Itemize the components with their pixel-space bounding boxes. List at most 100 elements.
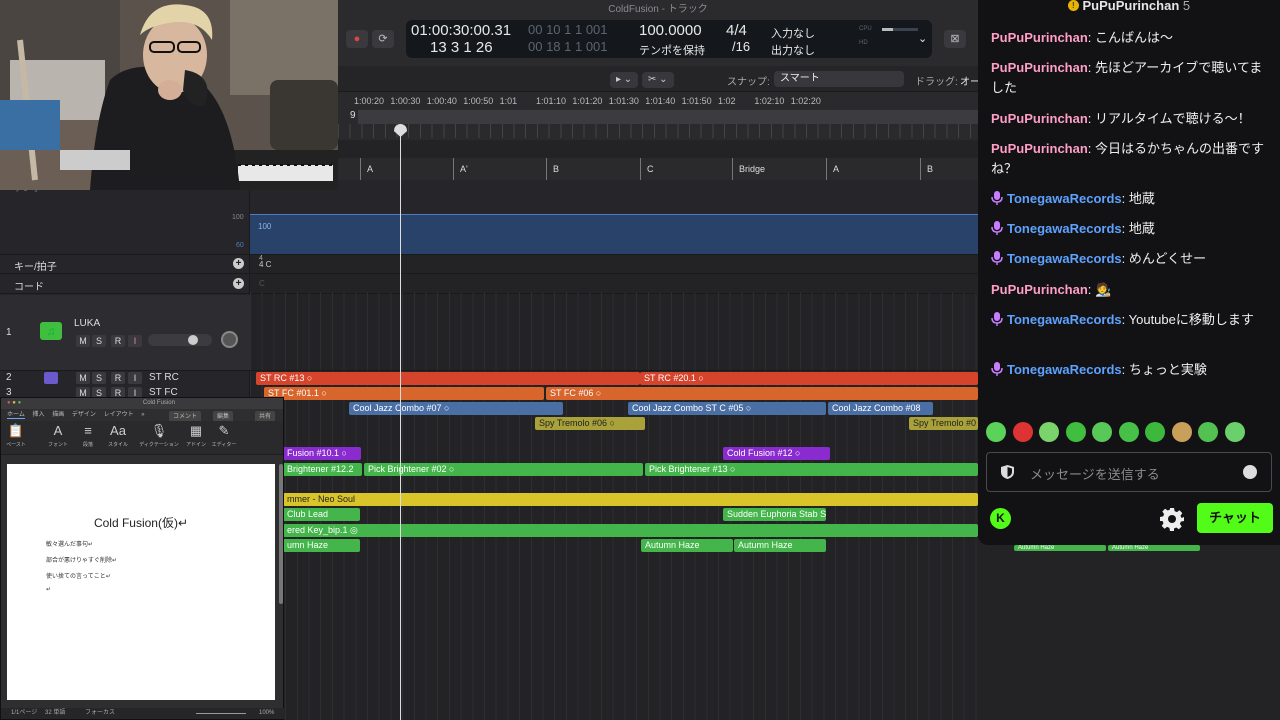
chat-input[interactable]: メッセージを送信する bbox=[986, 452, 1272, 492]
emote-icon[interactable] bbox=[1092, 422, 1112, 442]
zoom-slider[interactable] bbox=[196, 713, 246, 714]
ribbon-button[interactable]: 📋 ペースト bbox=[3, 423, 29, 448]
region[interactable]: Cool Jazz Combo ST C #05 ○ bbox=[628, 402, 826, 415]
track-2-input-button[interactable]: I bbox=[128, 372, 142, 384]
chat-username[interactable]: PuPuPurinchan bbox=[991, 141, 1088, 156]
region[interactable]: ST FC #01.1 ○ bbox=[264, 387, 544, 400]
ribbon-button[interactable]: ≡ 段落 bbox=[75, 423, 101, 448]
marker[interactable]: B bbox=[920, 158, 933, 180]
shield-icon[interactable] bbox=[1001, 465, 1014, 479]
ribbon-button[interactable]: ✎ エディター bbox=[211, 423, 237, 448]
marker[interactable]: A' bbox=[453, 158, 468, 180]
region[interactable]: Brightener #12.2 bbox=[283, 463, 362, 476]
minimize-icon[interactable]: ● bbox=[12, 400, 16, 406]
region[interactable]: ered Key_bip.1 ◎ bbox=[283, 524, 978, 537]
region[interactable]: Autumn Haze bbox=[1108, 545, 1200, 551]
zoom-icon[interactable]: ● bbox=[18, 400, 22, 406]
ribbon-button[interactable]: A フォント bbox=[45, 423, 71, 448]
region[interactable]: ST RC #20.1 ○ bbox=[640, 372, 978, 385]
chat-username[interactable]: TonegawaRecords bbox=[1007, 251, 1122, 266]
doc-scrollbar[interactable] bbox=[279, 464, 283, 604]
track-1-mute-button[interactable]: M bbox=[76, 335, 90, 347]
scissors-tool-select[interactable]: ✂ ⌄ bbox=[642, 72, 674, 88]
region[interactable]: ST FC #06 ○ bbox=[546, 387, 978, 400]
region[interactable]: Cool Jazz Combo #08 bbox=[828, 402, 933, 415]
emote-icon[interactable] bbox=[1118, 422, 1139, 442]
tab-insert[interactable]: 挿入 bbox=[33, 412, 45, 418]
track-1-record-button[interactable]: R bbox=[111, 335, 125, 347]
track-2-record-button[interactable]: R bbox=[111, 372, 125, 384]
region[interactable]: Club Lead bbox=[283, 508, 360, 521]
chat-username[interactable]: PuPuPurinchan bbox=[991, 282, 1088, 297]
emote-icon[interactable] bbox=[1065, 422, 1086, 442]
ribbon-button[interactable]: Aa スタイル bbox=[105, 423, 131, 448]
marker[interactable]: A bbox=[826, 158, 839, 180]
track-1-input-monitor-button[interactable]: I bbox=[128, 335, 142, 347]
emote-icon[interactable] bbox=[1145, 422, 1165, 442]
chat-username[interactable]: TonegawaRecords bbox=[1007, 191, 1122, 206]
region[interactable]: Autumn Haze bbox=[641, 539, 733, 552]
region[interactable]: Spy Tremolo #06 ○ bbox=[535, 417, 645, 430]
add-key-icon[interactable]: + bbox=[233, 258, 244, 269]
track-header-luka[interactable] bbox=[0, 295, 250, 370]
chat-username[interactable]: TonegawaRecords bbox=[1007, 221, 1122, 236]
chat-username[interactable]: PuPuPurinchan bbox=[991, 30, 1088, 45]
tab-design[interactable]: デザイン bbox=[72, 412, 96, 418]
ribbon-button[interactable]: ▦ アドイン bbox=[183, 423, 209, 448]
marker[interactable]: B bbox=[546, 158, 559, 180]
emote-icon[interactable] bbox=[1039, 422, 1059, 442]
close-icon[interactable]: ● bbox=[7, 400, 11, 406]
emote-icon[interactable] bbox=[986, 422, 1006, 442]
arrange-grid[interactable] bbox=[250, 292, 980, 720]
marker[interactable]: A bbox=[360, 158, 373, 180]
track-1-pan-knob[interactable] bbox=[221, 331, 238, 348]
track-1-volume-slider[interactable] bbox=[148, 334, 212, 346]
tab-home[interactable]: ホーム bbox=[7, 412, 25, 419]
region[interactable]: Autumn Haze bbox=[1014, 545, 1106, 551]
gear-icon[interactable] bbox=[1160, 507, 1184, 531]
region[interactable]: mmer - Neo Soul bbox=[283, 493, 978, 506]
snap-select[interactable]: スマート bbox=[774, 71, 904, 87]
lcd-chevron-icon[interactable]: ⌄ bbox=[918, 32, 927, 45]
pointer-tool-select[interactable]: ▸ ⌄ bbox=[610, 72, 639, 88]
marker[interactable]: C bbox=[640, 158, 654, 180]
region[interactable]: Spy Tremolo #0 bbox=[909, 417, 978, 430]
region[interactable]: Cool Jazz Combo #07 ○ bbox=[349, 402, 563, 415]
record-button[interactable]: ● bbox=[346, 30, 368, 48]
region[interactable]: Pick Brightener #13 ○ bbox=[645, 463, 978, 476]
track-1-solo-button[interactable]: S bbox=[92, 335, 106, 347]
chat-username[interactable]: PuPuPurinchan bbox=[991, 111, 1088, 126]
region[interactable]: ST RC #13 ○ bbox=[256, 372, 640, 385]
chat-username[interactable]: TonegawaRecords bbox=[1007, 362, 1122, 377]
emote-icon[interactable] bbox=[1198, 422, 1218, 442]
emote-icon[interactable] bbox=[1224, 422, 1245, 442]
emote-icon[interactable] bbox=[1171, 422, 1192, 442]
focus-button[interactable]: フォーカス bbox=[85, 708, 115, 719]
track-1-name[interactable]: LUKA bbox=[74, 318, 154, 329]
lcd-time-signature[interactable]: 4/4 bbox=[726, 22, 747, 39]
tempo-curve[interactable] bbox=[250, 214, 978, 254]
ribbon-button[interactable]: 🎙 ディクテーション bbox=[139, 423, 179, 448]
track-2-name[interactable]: ST RC bbox=[149, 372, 209, 383]
drag-select[interactable]: オー bbox=[960, 73, 980, 88]
track-2-solo-button[interactable]: S bbox=[92, 372, 106, 384]
kick-logo-icon[interactable]: K bbox=[990, 508, 1011, 529]
emote-icon[interactable] bbox=[1012, 422, 1033, 442]
region[interactable]: Cold Fusion #12 ○ bbox=[723, 447, 830, 460]
region[interactable]: Pick Brightener #02 ○ bbox=[364, 463, 643, 476]
send-chat-button[interactable]: チャット bbox=[1197, 503, 1273, 533]
tab-layout[interactable]: レイアウト bbox=[104, 412, 134, 418]
chat-username[interactable]: TonegawaRecords bbox=[1007, 312, 1122, 327]
tab-draw[interactable]: 描画 bbox=[52, 412, 64, 418]
chat-username[interactable]: PuPuPurinchan bbox=[991, 60, 1088, 75]
lcd-tempo[interactable]: 100.0000 bbox=[639, 22, 702, 39]
region[interactable]: Fusion #10.1 ○ bbox=[283, 447, 361, 460]
list-editor-icon[interactable]: ⊠ bbox=[944, 30, 966, 48]
marker[interactable]: Bridge bbox=[732, 158, 765, 180]
doc-page[interactable]: Cold Fusion(仮)↵ 敏々選んだ事句↵ 部合が悪けりゃすぐ削除↵ 使い… bbox=[7, 464, 275, 700]
add-chord-icon[interactable]: + bbox=[233, 278, 244, 289]
region[interactable]: Autumn Haze bbox=[734, 539, 826, 552]
cycle-button[interactable]: ⟳ bbox=[372, 30, 394, 48]
tab-more[interactable]: » bbox=[141, 412, 144, 418]
playhead[interactable] bbox=[400, 124, 401, 720]
